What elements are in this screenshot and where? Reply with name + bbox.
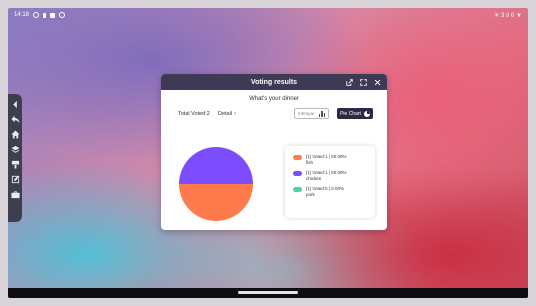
legend-item-fish: [1] Voted:1 | 50.00% fish	[293, 154, 346, 165]
dialog-header: Voting results	[161, 74, 387, 90]
chart-option-dropdown[interactable]: mhrayar	[294, 108, 329, 119]
settings-icon	[33, 12, 40, 18]
edit-icon	[11, 174, 20, 183]
status-bar: 14:18 ☀ 3 ¤ 0 ▼	[8, 8, 528, 22]
layers-button[interactable]	[9, 143, 21, 155]
timer-icon	[59, 12, 66, 18]
close-button[interactable]	[374, 79, 381, 86]
legend-label-fish: fish	[306, 159, 314, 165]
home-icon	[10, 129, 20, 139]
legend-item-chicken: [1] Voted:1 | 50.00% chicken	[293, 170, 346, 181]
desktop-screen: 14:18 ☀ 3 ¤ 0 ▼ Voting results What's yo…	[8, 8, 528, 298]
fullscreen-icon	[360, 78, 367, 86]
chevron-right-icon: ›	[234, 111, 237, 117]
poll-question: What's your dinner	[249, 96, 299, 102]
layers-icon	[10, 145, 20, 153]
total-voted-label: Total Voted:2	[178, 111, 210, 117]
legend-item-pork: [1] Voted:0 | 0.00% pork	[293, 186, 344, 197]
export-button[interactable]	[346, 78, 353, 86]
export-icon	[346, 78, 353, 86]
pie-chart-button[interactable]: Pie Chart	[337, 108, 373, 119]
pie-chart	[179, 144, 253, 224]
legend-stats-fish: [1] Voted:1 | 50.00%	[306, 154, 347, 159]
screen-icon	[50, 12, 56, 18]
legend-stats-pork: [1] Voted:0 | 0.00%	[306, 186, 344, 191]
clock: 14:18	[14, 12, 30, 18]
back-icon	[10, 115, 20, 123]
pie-chart-svg	[179, 147, 253, 221]
close-icon	[374, 79, 381, 85]
legend-label-pork: pork	[306, 191, 315, 197]
dialog-title: Voting results	[250, 78, 298, 86]
legend-swatch-fish	[293, 155, 302, 160]
dropdown-placeholder: mhrayar	[298, 111, 315, 116]
pie-slice-fish	[179, 184, 253, 221]
collapse-icon	[12, 100, 17, 108]
navigation-bar	[8, 288, 528, 298]
detail-label: Detail	[218, 111, 233, 117]
floating-toolbar	[8, 94, 22, 222]
chart-legend: [1] Voted:1 | 50.00% fish [1] Voted:1 | …	[285, 146, 375, 218]
back-button[interactable]	[9, 113, 21, 125]
detail-link[interactable]: Detail ›	[218, 111, 236, 117]
paint-button[interactable]	[9, 158, 21, 170]
pie-chart-button-label: Pie Chart	[340, 110, 361, 117]
download-icon	[43, 12, 47, 18]
voting-results-dialog: Voting results What's your dinner Total …	[161, 74, 387, 230]
bar-chart-icon	[318, 111, 325, 117]
home-gesture-bar[interactable]	[238, 291, 298, 294]
toolbox-icon	[10, 190, 20, 198]
pie-slice-chicken	[179, 147, 253, 184]
pie-chart-icon	[363, 110, 370, 117]
collapse-toolbar-button[interactable]	[9, 98, 21, 110]
status-right-text: ☀ 3 ¤ 0 ▼	[494, 12, 522, 19]
home-button[interactable]	[9, 128, 21, 140]
paint-icon	[11, 160, 19, 169]
fullscreen-button[interactable]	[360, 78, 367, 86]
edit-button[interactable]	[9, 173, 21, 185]
legend-label-chicken: chicken	[306, 175, 322, 181]
legend-stats-chicken: [1] Voted:1 | 50.00%	[306, 170, 347, 175]
legend-swatch-pork	[293, 187, 302, 192]
results-toolbar: Total Voted:2 Detail › mhrayar Pie Chart	[161, 108, 387, 122]
legend-swatch-chicken	[293, 171, 302, 176]
toolbox-button[interactable]	[9, 188, 21, 200]
